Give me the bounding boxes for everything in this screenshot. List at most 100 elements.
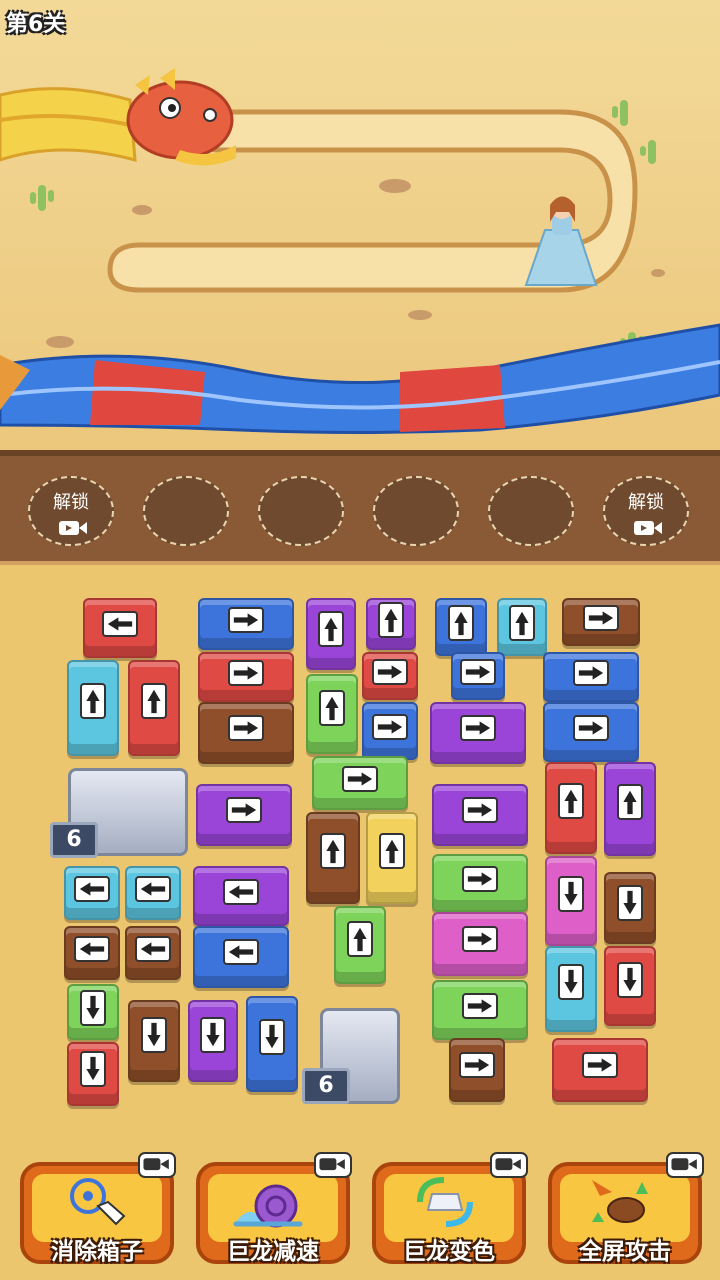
crate[interactable]: [432, 912, 528, 976]
arrow-right-icon: [372, 713, 408, 740]
empty-slot: [143, 476, 229, 546]
crate[interactable]: [128, 1000, 180, 1082]
crate[interactable]: [198, 598, 294, 650]
crate[interactable]: [604, 946, 656, 1026]
crate[interactable]: [64, 866, 120, 920]
crate[interactable]: [552, 1038, 648, 1102]
crate[interactable]: [562, 598, 640, 646]
crate[interactable]: [545, 946, 597, 1032]
dragon-color-button[interactable]: 巨龙变色: [372, 1152, 528, 1265]
crate[interactable]: [83, 598, 157, 658]
level-indicator: 第6关: [6, 12, 66, 37]
crate[interactable]: [543, 652, 639, 702]
arrow-right-icon: [573, 714, 609, 741]
arrow-left-icon: [135, 936, 171, 962]
powerup-label: 巨龙减速: [227, 1239, 319, 1265]
arrow-right-icon: [228, 607, 264, 634]
crate[interactable]: [67, 660, 119, 756]
crate[interactable]: [196, 784, 292, 846]
video-ad-icon: [490, 1152, 528, 1178]
arrow-right-icon: [462, 992, 498, 1019]
crate[interactable]: [193, 866, 289, 926]
arrow-right-icon: [582, 1052, 618, 1079]
crate[interactable]: [188, 1000, 238, 1082]
snail-icon: [233, 1184, 303, 1228]
video-ad-icon: [138, 1152, 176, 1178]
arrow-left-icon: [135, 876, 171, 902]
crate[interactable]: [545, 856, 597, 946]
video-camera-icon: [59, 521, 87, 535]
crate[interactable]: [64, 926, 120, 980]
crate[interactable]: [306, 674, 358, 754]
crate[interactable]: [198, 702, 294, 764]
arrow-down-icon: [80, 1051, 106, 1088]
arrow-down-icon: [617, 884, 643, 921]
video-camera-icon: [634, 521, 662, 535]
crate[interactable]: [432, 980, 528, 1040]
game-scene: 第6关: [0, 0, 720, 450]
crate[interactable]: [128, 660, 180, 756]
unlock-slot-right[interactable]: 解锁: [603, 476, 689, 546]
arrow-down-icon: [259, 1018, 285, 1055]
crate[interactable]: [543, 702, 639, 762]
arrow-left-icon: [223, 939, 259, 966]
crate[interactable]: [366, 812, 418, 904]
arrow-down-icon: [617, 961, 643, 998]
arrow-right-icon: [573, 660, 609, 687]
arrow-right-icon: [460, 659, 496, 686]
crate[interactable]: [362, 652, 418, 700]
arrow-right-icon: [462, 797, 498, 824]
arrow-up-icon: [141, 682, 167, 719]
crate[interactable]: [435, 598, 487, 656]
arrow-up-icon: [347, 921, 373, 958]
unlock-slot-left[interactable]: 解锁: [28, 476, 114, 546]
crate[interactable]: [451, 652, 505, 700]
desert-background: [0, 68, 720, 434]
crate[interactable]: [198, 652, 294, 702]
arrow-right-icon: [462, 865, 498, 892]
arrow-right-icon: [459, 1052, 495, 1079]
crate[interactable]: [306, 598, 356, 670]
crate[interactable]: [362, 702, 418, 760]
arrow-right-icon: [228, 715, 264, 742]
unlock-label: 解锁: [53, 492, 89, 513]
remove-box-button[interactable]: 消除箱子: [20, 1152, 176, 1265]
arrow-up-icon: [320, 832, 346, 869]
crate[interactable]: [604, 762, 656, 856]
arrow-up-icon: [318, 610, 344, 647]
crate[interactable]: [246, 996, 298, 1092]
color-swap-icon: [417, 1177, 473, 1227]
crate[interactable]: [67, 984, 119, 1040]
crate[interactable]: [67, 1042, 119, 1106]
crate[interactable]: [193, 926, 289, 988]
dragon-body-yellow: [0, 87, 137, 162]
target-tap-icon: [70, 1178, 126, 1226]
empty-slot: [488, 476, 574, 546]
dragon-slow-button[interactable]: 巨龙减速: [196, 1152, 352, 1265]
arrow-up-icon: [448, 604, 474, 641]
crate[interactable]: [334, 906, 386, 984]
empty-slot: [258, 476, 344, 546]
crate[interactable]: [545, 762, 597, 854]
crate[interactable]: [432, 854, 528, 912]
full-screen-attack-button[interactable]: 全屏攻击: [548, 1152, 704, 1265]
crate[interactable]: [366, 598, 416, 650]
crate[interactable]: [306, 812, 360, 904]
crate[interactable]: [432, 784, 528, 846]
video-ad-icon: [314, 1152, 352, 1178]
arrow-right-icon: [342, 766, 378, 792]
arrow-up-icon: [617, 783, 643, 820]
crate[interactable]: [497, 598, 547, 656]
crate[interactable]: [430, 702, 526, 764]
crate[interactable]: [604, 872, 656, 944]
arrow-up-icon: [319, 689, 345, 726]
arrow-left-icon: [223, 878, 259, 905]
crate[interactable]: [125, 926, 181, 980]
tunnel-count: 6: [302, 1068, 350, 1104]
arrow-up-icon: [80, 682, 106, 719]
crate[interactable]: [125, 866, 181, 920]
crate[interactable]: [449, 1038, 505, 1102]
arrow-right-icon: [372, 659, 408, 686]
dragon-body-blue: [0, 323, 720, 434]
crate[interactable]: [312, 756, 408, 810]
